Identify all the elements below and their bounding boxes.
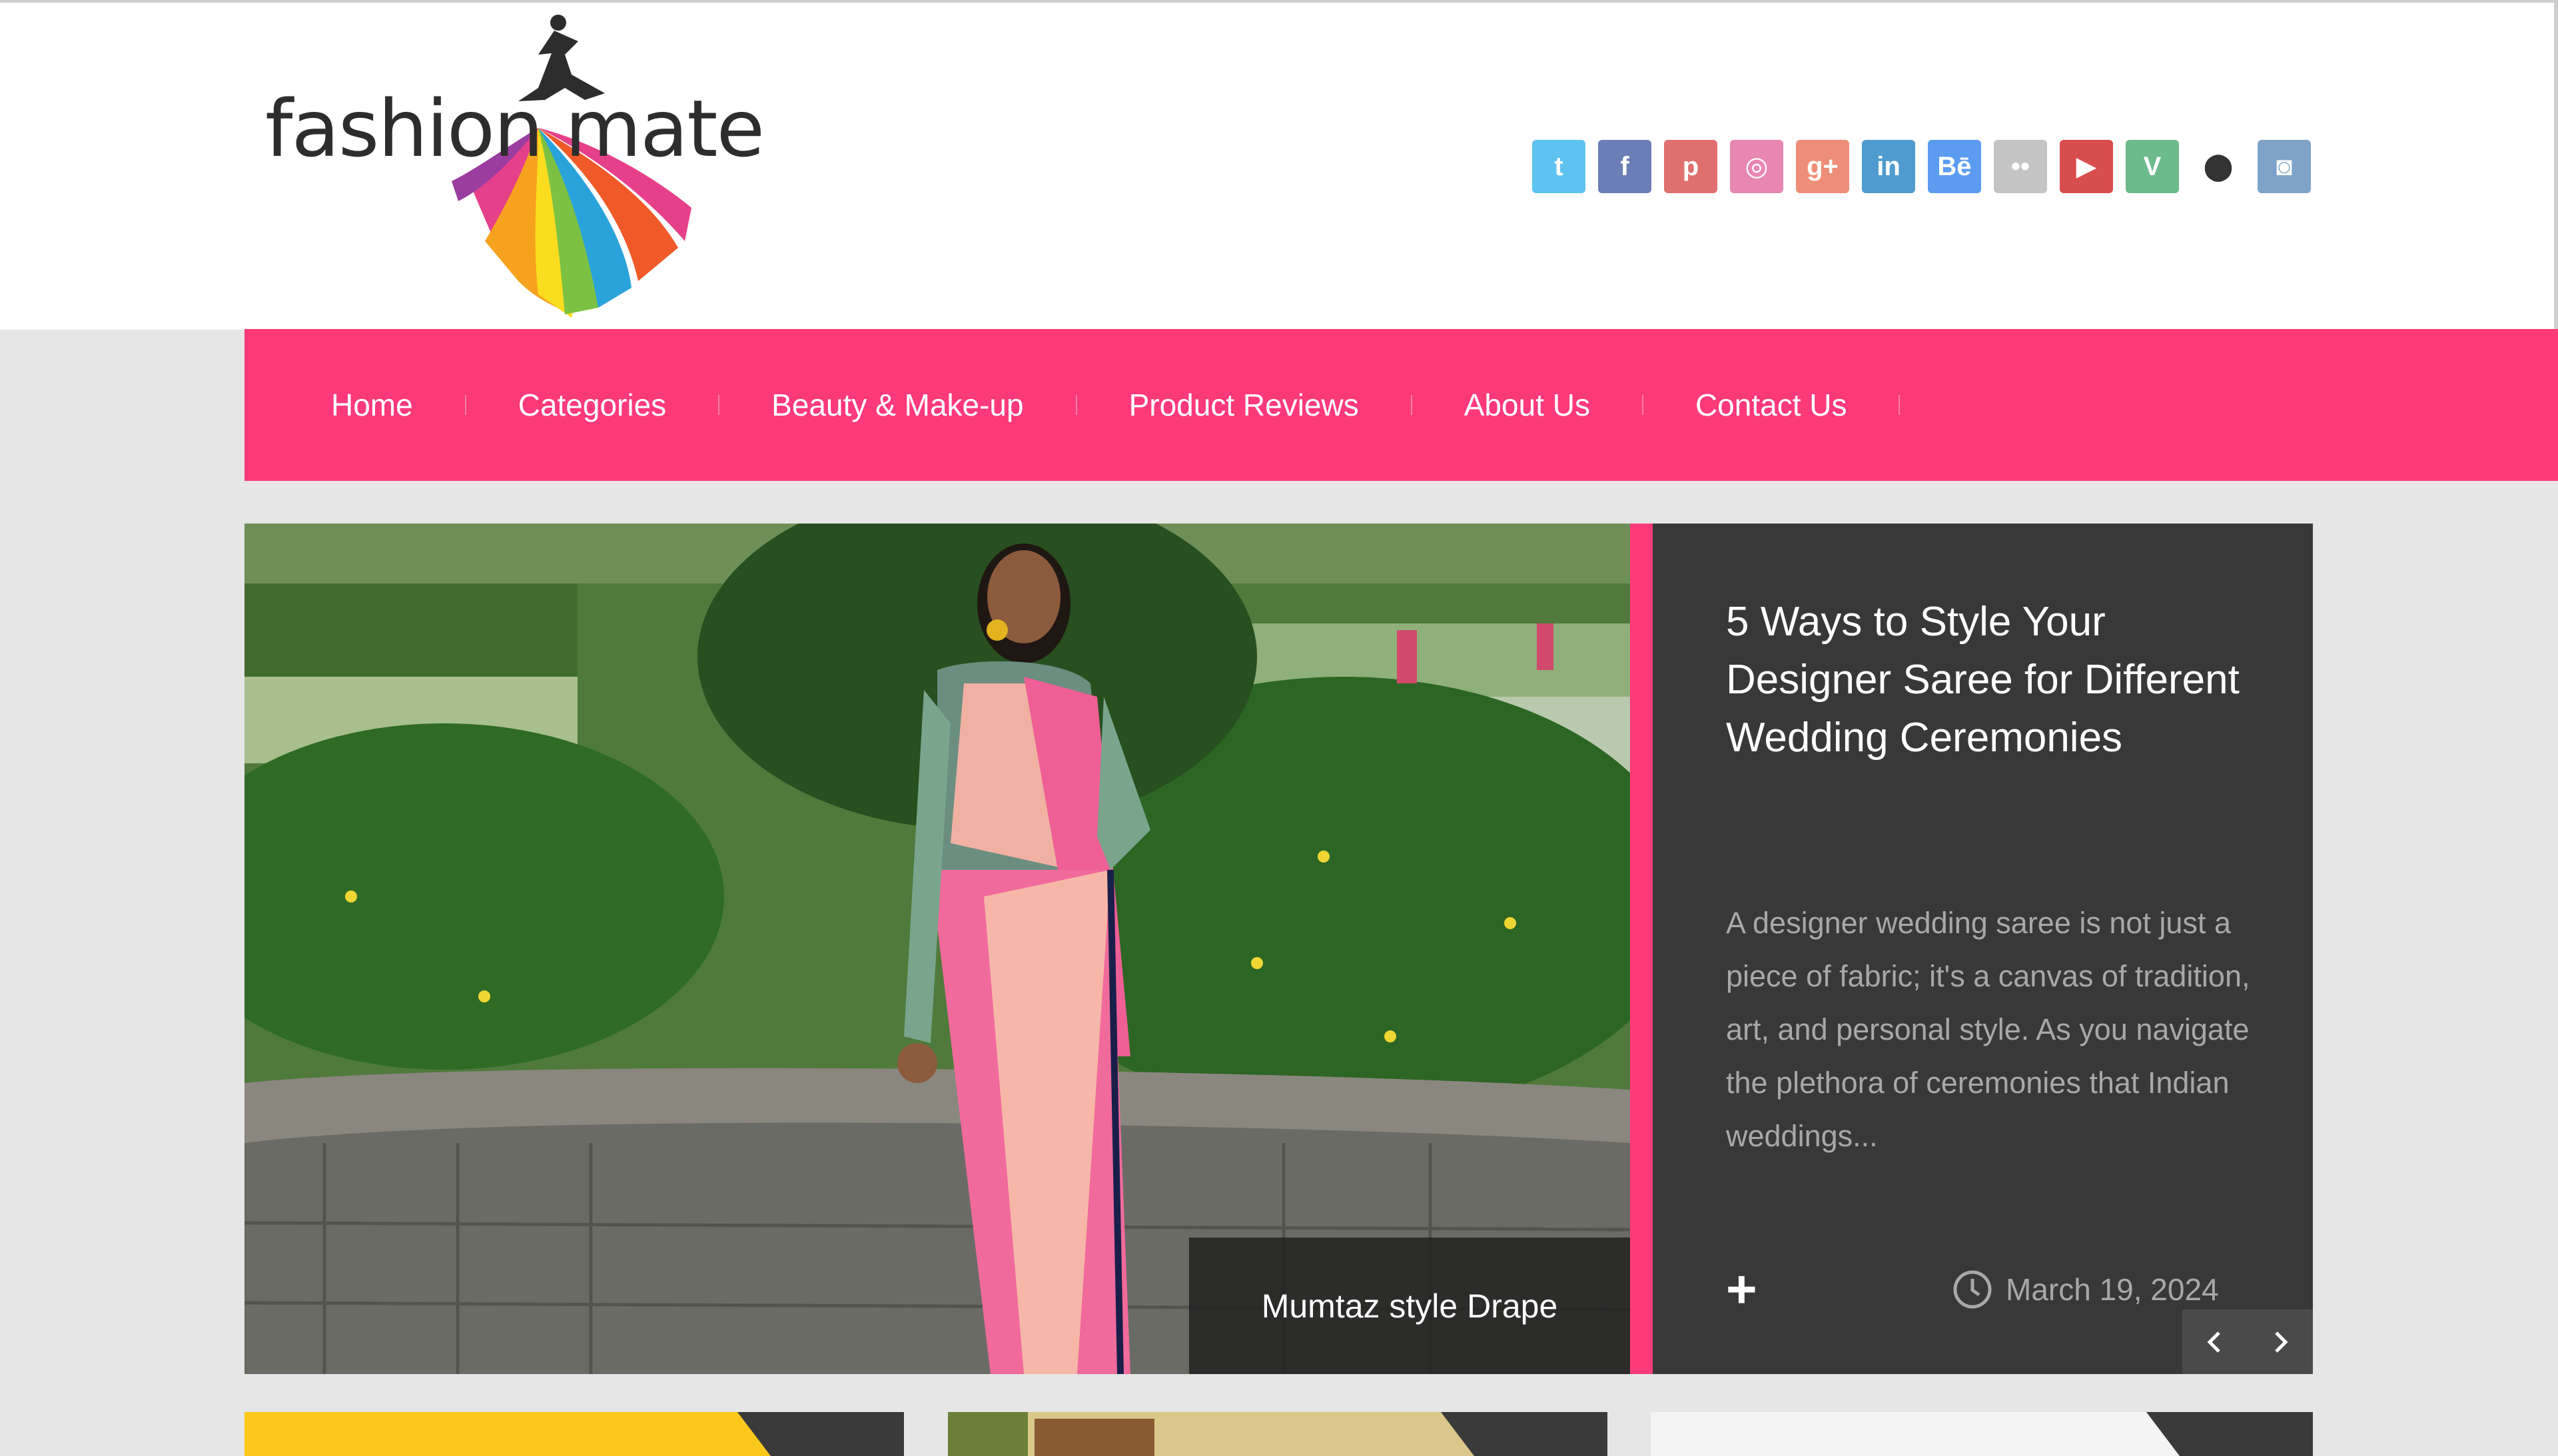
nav-separator [464,395,466,415]
post-date-text: March 19, 2024 [2006,1272,2219,1307]
behance-icon: Bē [1937,151,1972,181]
pinterest-button[interactable]: p [1664,140,1717,193]
nav-separator [718,395,720,415]
post-excerpt: A designer wedding saree is not just a p… [1726,906,2250,1153]
featured-photo[interactable]: Mumtaz style Drape [244,524,1630,1374]
logo-wordmark-left: fashion [265,83,544,175]
nav-item-product-reviews[interactable]: Product Reviews [1129,387,1464,423]
linkedin-icon: in [1877,151,1901,181]
slider-prev-button[interactable] [2182,1309,2248,1374]
pinterest-icon: p [1682,151,1699,181]
nav-separator [1410,395,1412,415]
nav-item-label: Home [331,388,413,422]
facebook-button[interactable]: f [1598,140,1651,193]
main-navigation: Home Categories Beauty & Make-up Product Re… [244,329,2558,481]
nav-item-label: Categories [518,388,667,422]
header: fashion mate t f p ◎ g+ in Bē •• ▶ V ⬤ ◙ [0,0,2558,330]
slide-caption: Mumtaz style Drape [1189,1238,1630,1374]
google-plus-button[interactable]: g+ [1796,140,1849,193]
nav-separator [1641,395,1643,415]
chevron-right-icon [2275,1331,2288,1353]
twitter-icon: t [1554,151,1563,181]
nav-separator [1075,395,1077,415]
nav-item-label: Beauty & Make-up [771,388,1024,422]
dribbble-icon: ◎ [1745,152,1769,181]
post-card-2[interactable] [948,1412,1607,1456]
post-card-1-thumb [244,1412,904,1456]
slider-next-button[interactable] [2248,1309,2313,1374]
flickr-icon: •• [2010,151,2030,181]
post-title[interactable]: 5 Ways to Style Your Designer Saree for … [1726,593,2272,767]
slide-info-panel: 5 Ways to Style Your Designer Saree for … [1653,524,2313,1374]
featured-slider: Mumtaz style Drape 5 Ways to Style Your … [244,524,2313,1374]
dribbble-button[interactable]: ◎ [1730,140,1783,193]
vine-icon: V [2143,151,2162,181]
youtube-icon: ▶ [2076,152,2097,181]
flickr-button[interactable]: •• [1994,140,2047,193]
post-date: March 19, 2024 [1952,1270,2219,1309]
nav-item-beauty-make-up[interactable]: Beauty & Make-up [771,387,1128,423]
nav-separator [1899,395,1901,415]
youtube-button[interactable]: ▶ [2060,140,2113,193]
location-pin-icon: ⬤ [2203,152,2234,181]
nav-item-about-us[interactable]: About Us [1464,387,1695,423]
nav-item-categories[interactable]: Categories [518,387,771,423]
location-pin-button[interactable]: ⬤ [2192,140,2245,193]
clock-icon [1952,1270,1992,1309]
slide-caption-text: Mumtaz style Drape [1261,1287,1558,1325]
nav-item-home[interactable]: Home [331,387,518,423]
slide-accent-strip [1630,524,1653,1374]
post-card-3-thumb [1651,1412,2313,1456]
logo-wordmark-right: mate [565,83,765,175]
instagram-button[interactable]: ◙ [2258,140,2311,193]
instagram-icon: ◙ [2276,151,2293,181]
vine-button[interactable]: V [2126,140,2179,193]
post-card-1[interactable] [244,1412,904,1456]
linkedin-button[interactable]: in [1862,140,1915,193]
facebook-icon: f [1620,151,1629,181]
nav-item-label: Product Reviews [1128,388,1359,422]
nav-item-contact-us[interactable]: Contact Us [1695,387,1952,423]
post-card-2-thumb [948,1412,1607,1456]
nav-item-label: Contact Us [1695,388,1847,422]
site-logo[interactable]: fashion mate [245,8,845,328]
google-plus-icon: g+ [1807,151,1839,181]
behance-button[interactable]: Bē [1928,140,1981,193]
post-card-3[interactable] [1651,1412,2313,1456]
read-more-plus-icon[interactable]: + [1726,1263,1766,1316]
social-links: t f p ◎ g+ in Bē •• ▶ V ⬤ ◙ [1532,140,2311,193]
twitter-button[interactable]: t [1532,140,1585,193]
chevron-left-icon [2207,1331,2220,1353]
nav-item-label: About Us [1464,388,1590,422]
